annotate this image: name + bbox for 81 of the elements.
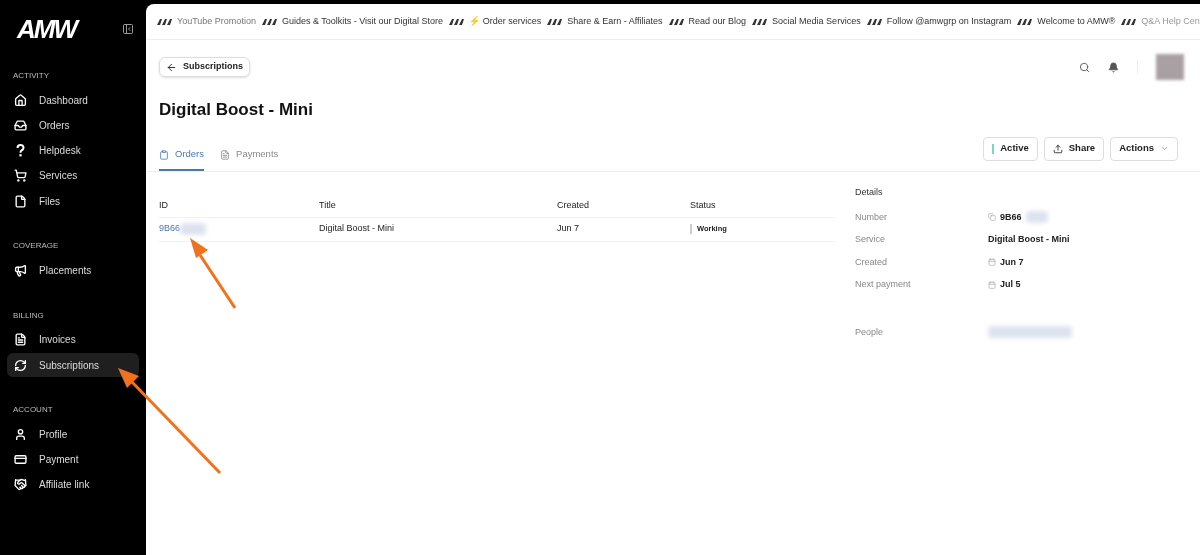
column-header: Status (690, 199, 717, 213)
sidebar-item[interactable]: Placements (7, 258, 139, 283)
order-id-link[interactable]: 9B66 (159, 222, 181, 236)
ticker-link[interactable]: Welcome to AMW® (1037, 14, 1116, 29)
page-title: Digital Boost - Mini (158, 99, 314, 121)
sidebar-item[interactable]: Profile (7, 422, 139, 447)
notification-bell-icon[interactable] (1108, 61, 1119, 73)
collapse-sidebar-icon[interactable] (122, 23, 134, 35)
ticker-link[interactable]: Share & Earn - Affiliates (567, 14, 663, 29)
document-icon (14, 333, 27, 347)
logo-icon (865, 18, 882, 25)
ticker-link[interactable]: Follow @amwgrp on Instagram (886, 14, 1012, 29)
actions-dropdown[interactable]: Actions (1110, 136, 1178, 161)
detail-label: Created (855, 255, 889, 269)
annotation-arrow (190, 238, 237, 309)
detail-value: Jun 7 (1000, 255, 1024, 269)
detail-label: Number (855, 210, 888, 224)
question-icon (16, 144, 25, 158)
share-button[interactable]: Share (1043, 136, 1105, 161)
handshake-icon (14, 478, 27, 492)
inbox-icon (14, 118, 27, 132)
file-icon (14, 194, 27, 208)
cart-icon (14, 169, 27, 183)
logo-icon (260, 18, 277, 25)
logo-icon (751, 18, 768, 25)
chevron-down-icon (1160, 144, 1169, 153)
sidebar-item[interactable]: Payment (7, 447, 139, 472)
status-button[interactable]: Active (983, 136, 1038, 161)
sidebar-item[interactable]: Orders (7, 113, 139, 138)
sidebar-item[interactable]: Files (7, 189, 139, 214)
sidebar-item[interactable]: Services (7, 163, 139, 188)
section-heading: ACTIVITY (12, 70, 50, 82)
logo-icon (546, 18, 563, 25)
ticker-link[interactable]: YouTube Promotion (177, 14, 256, 29)
table-cell-text: Jun 7 (557, 222, 581, 236)
user-icon (14, 427, 27, 441)
ticker-link[interactable]: Social Media Services (772, 14, 861, 29)
status-indicator-icon (992, 143, 995, 154)
redacted-text (180, 223, 207, 235)
logo-icon (1016, 18, 1033, 25)
section-heading: BILLING (12, 309, 45, 322)
back-arrow-icon (166, 61, 177, 73)
refresh-icon (14, 358, 27, 372)
ticker-link[interactable]: Guides & Toolkits - Visit our Digital Store (281, 14, 444, 29)
home-icon (14, 93, 27, 107)
share-icon (1052, 143, 1063, 154)
column-header: Title (319, 199, 337, 213)
column-header: ID (159, 199, 169, 213)
logo-icon (667, 18, 684, 25)
sidebar-item[interactable]: Subscriptions (7, 353, 139, 378)
megaphone-icon (14, 264, 27, 277)
document-icon (220, 149, 231, 160)
detail-label: Next payment (855, 278, 912, 291)
back-button[interactable]: Subscriptions (159, 57, 250, 77)
redacted-text (1025, 211, 1048, 224)
sidebar-item[interactable]: Dashboard (7, 88, 139, 112)
section-heading: ACCOUNT (12, 404, 54, 417)
search-icon[interactable] (1079, 61, 1090, 73)
section-heading: COVERAGE (12, 240, 60, 253)
logo-icon (1120, 18, 1137, 25)
detail-value: Digital Boost - Mini (988, 233, 1070, 246)
table-cell-text: Digital Boost - Mini (319, 222, 396, 236)
detail-label: People (855, 325, 885, 339)
calendar-icon (988, 258, 996, 267)
ticker-link[interactable]: Read our Blog (688, 14, 747, 29)
calendar-icon (988, 280, 996, 289)
tab[interactable]: Payments (220, 140, 279, 171)
ticker-link[interactable]: ⚡ Order services (469, 14, 542, 29)
logo-icon (448, 18, 465, 25)
sidebar-item[interactable]: Helpdesk (7, 138, 139, 163)
credit-card-icon (14, 453, 27, 467)
sidebar-item[interactable]: Invoices (7, 327, 139, 352)
detail-label: Service (855, 233, 886, 246)
details-heading: Details (855, 185, 884, 199)
detail-value: 9B66 (1000, 210, 1022, 224)
tab[interactable]: Orders (159, 140, 205, 171)
sidebar-item[interactable]: Affiliate link (7, 472, 139, 497)
logo-icon (156, 18, 172, 25)
clipboard-icon (159, 149, 169, 160)
detail-value: Jul 5 (1000, 278, 1021, 291)
column-header: Created (557, 199, 591, 213)
